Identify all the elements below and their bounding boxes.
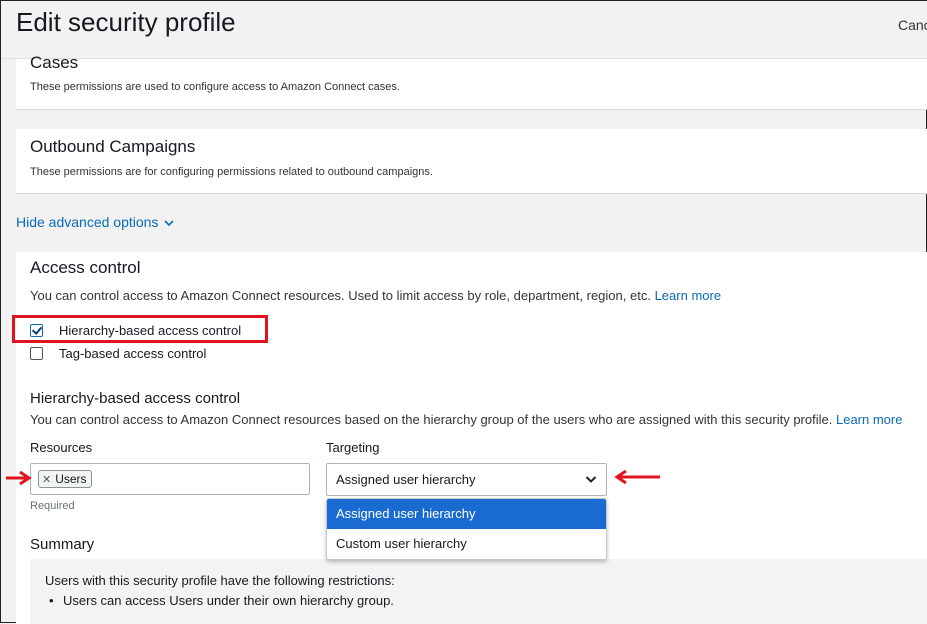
access-control-title: Access control <box>30 258 141 277</box>
cases-title: Cases <box>30 53 79 72</box>
required-hint: Required <box>30 500 75 512</box>
hierarchy-section-description: You can control access to Amazon Connect… <box>30 412 902 427</box>
access-control-description: You can control access to Amazon Connect… <box>30 288 721 303</box>
access-control-description-text: You can control access to Amazon Connect… <box>30 288 651 303</box>
cancel-button[interactable]: Canc <box>898 17 927 33</box>
summary-item: Users can access Users under their own h… <box>49 593 394 608</box>
targeting-label: Targeting <box>326 440 380 455</box>
targeting-option-assigned[interactable]: Assigned user hierarchy <box>327 499 606 529</box>
targeting-option-custom[interactable]: Custom user hierarchy <box>327 529 606 559</box>
arrow-right-icon <box>6 470 32 486</box>
summary-box: Users with this security profile have th… <box>30 559 927 624</box>
targeting-select[interactable]: Assigned user hierarchy <box>326 463 607 496</box>
access-control-panel: Access control You can control access to… <box>16 252 927 624</box>
summary-intro: Users with this security profile have th… <box>45 573 395 588</box>
resource-token[interactable]: ✕ Users <box>38 470 92 488</box>
resource-token-label: Users <box>55 472 87 486</box>
highlight-box <box>12 315 268 343</box>
access-control-learn-more-link[interactable]: Learn more <box>655 288 721 303</box>
chevron-down-icon <box>164 218 175 230</box>
cases-section: Cases These permissions are used to conf… <box>16 53 927 110</box>
hierarchy-description-text: You can control access to Amazon Connect… <box>30 412 833 427</box>
cases-description: These permissions are used to configure … <box>30 81 400 93</box>
remove-token-icon[interactable]: ✕ <box>42 473 51 486</box>
outbound-campaigns-title: Outbound Campaigns <box>30 137 196 156</box>
hide-advanced-options-link[interactable]: Hide advanced options <box>16 214 175 230</box>
tag-based-option[interactable]: Tag-based access control <box>30 346 206 361</box>
tag-based-checkbox[interactable] <box>30 347 43 360</box>
hierarchy-section-title: Hierarchy-based access control <box>30 390 241 407</box>
targeting-selected-value: Assigned user hierarchy <box>336 472 476 487</box>
summary-title: Summary <box>30 536 95 553</box>
page-title: Edit security profile <box>16 7 236 37</box>
arrow-left-icon <box>614 469 660 485</box>
targeting-dropdown: Assigned user hierarchy Custom user hier… <box>326 498 607 560</box>
page-header: Edit security profile Canc <box>1 1 927 59</box>
tag-based-label: Tag-based access control <box>59 346 207 361</box>
outbound-campaigns-section: Outbound Campaigns These permissions are… <box>16 129 927 194</box>
resources-label: Resources <box>30 440 93 455</box>
resources-input[interactable]: ✕ Users <box>30 463 310 495</box>
chevron-down-icon <box>585 470 597 491</box>
outbound-campaigns-description: These permissions are for configuring pe… <box>30 166 433 178</box>
hide-advanced-options-label: Hide advanced options <box>16 214 159 230</box>
hierarchy-learn-more-link[interactable]: Learn more <box>836 412 902 427</box>
